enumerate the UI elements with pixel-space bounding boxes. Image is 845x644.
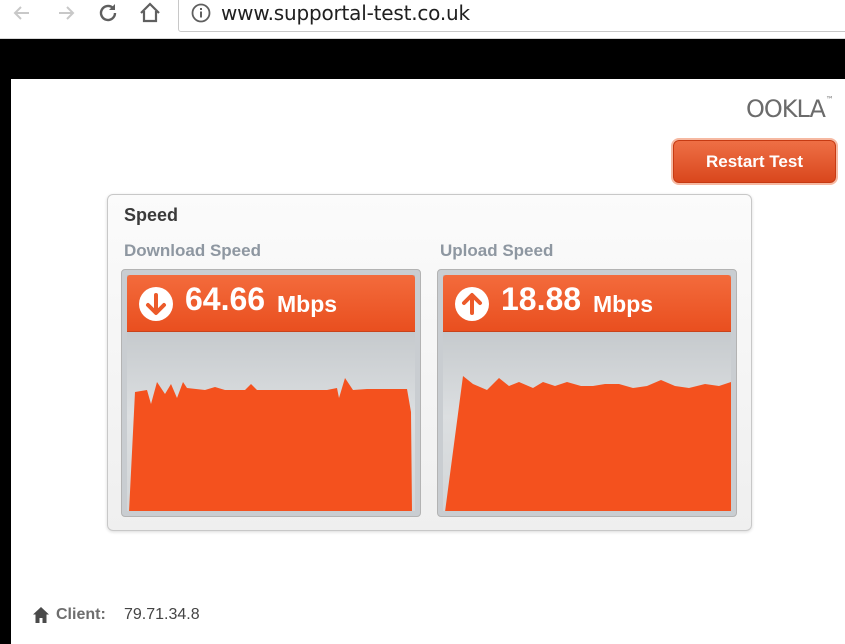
info-icon[interactable] bbox=[191, 3, 211, 23]
arrow-right-icon bbox=[59, 6, 75, 20]
download-value: 64.66 bbox=[185, 281, 266, 317]
upload-meter: 18.88 Mbps bbox=[437, 269, 737, 517]
logo-text: OOKLA bbox=[746, 95, 826, 123]
home-icon bbox=[33, 607, 49, 623]
upload-speed-label: Upload Speed bbox=[440, 241, 554, 260]
client-label: Client: bbox=[56, 606, 106, 623]
reload-icon bbox=[99, 4, 117, 22]
download-unit: Mbps bbox=[277, 291, 338, 317]
arrow-up-circle-icon bbox=[455, 287, 489, 321]
home-button[interactable] bbox=[136, 0, 164, 26]
download-meter: 64.66 Mbps bbox=[121, 269, 421, 517]
download-header: 64.66 Mbps bbox=[127, 275, 415, 332]
speed-panel: Speed Download Speed Upload Speed 64.66 … bbox=[107, 194, 752, 531]
url-text[interactable]: www.supportal-test.co.uk bbox=[221, 1, 470, 25]
forward-button[interactable] bbox=[52, 0, 80, 26]
upload-header: 18.88 Mbps bbox=[443, 275, 731, 332]
browser-toolbar: www.supportal-test.co.uk bbox=[0, 0, 845, 39]
ookla-logo: OOKLA™ bbox=[746, 95, 834, 123]
black-band bbox=[0, 39, 845, 79]
address-bar[interactable]: www.supportal-test.co.uk bbox=[178, 0, 845, 32]
client-info: Client: bbox=[32, 606, 106, 624]
back-button[interactable] bbox=[8, 0, 36, 26]
black-side-bar bbox=[0, 79, 11, 644]
reload-button[interactable] bbox=[94, 0, 122, 26]
restart-test-button[interactable]: Restart Test bbox=[673, 140, 836, 183]
download-speed-label: Download Speed bbox=[124, 241, 261, 260]
arrow-left-icon bbox=[13, 6, 29, 20]
upload-value: 18.88 bbox=[501, 281, 582, 317]
upload-unit: Mbps bbox=[593, 291, 654, 317]
download-graph bbox=[129, 378, 412, 511]
home-icon bbox=[140, 2, 160, 23]
arrow-down-circle-icon bbox=[139, 287, 173, 321]
upload-graph bbox=[445, 376, 731, 511]
client-ip: 79.71.34.8 bbox=[124, 606, 200, 623]
panel-title: Speed bbox=[124, 205, 179, 225]
